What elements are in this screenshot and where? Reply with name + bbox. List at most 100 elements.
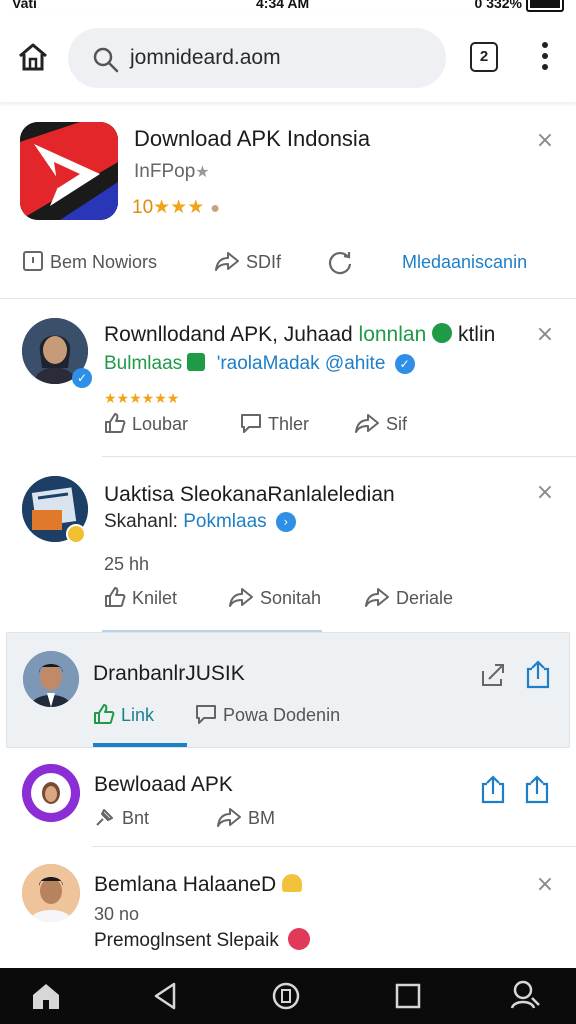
active-tab-indicator — [93, 743, 187, 747]
recents-icon[interactable] — [270, 980, 302, 1012]
upload-icon[interactable] — [524, 774, 550, 804]
comment-icon — [196, 705, 216, 724]
like-button[interactable]: Loubar — [104, 412, 188, 436]
close-icon[interactable]: × — [534, 874, 556, 896]
post-time: 25 hh — [104, 554, 150, 574]
like-label: Link — [121, 705, 155, 725]
share-icon — [355, 414, 379, 433]
post-subtitle: Bulmlaas 'raolaMadak @ahite ✓ — [104, 352, 415, 376]
address-bar[interactable]: jomnideard.aom — [68, 28, 446, 88]
app-action-right[interactable]: Mledaaniscanin — [402, 250, 527, 274]
app-rating: 10★★★ ● — [132, 197, 220, 218]
like-button[interactable]: Knilet — [104, 586, 177, 610]
post-title[interactable]: DranbanlrJUSIK — [93, 661, 245, 687]
person-avatar-icon — [23, 651, 79, 707]
clock: 4:34 AM — [256, 0, 310, 11]
share2-label: Deriale — [396, 588, 454, 608]
play-logo-icon — [20, 122, 118, 220]
divider — [92, 846, 576, 847]
app-share-label: SDIf — [246, 252, 282, 272]
tab-switcher-button[interactable]: 2 — [470, 42, 498, 72]
feed-post: ✓ Rownllodand APK, Juhaad lonnlan ktlin … — [0, 300, 576, 456]
share-button[interactable]: Sif — [354, 412, 407, 436]
person-avatar-icon — [22, 764, 80, 822]
upload-icon[interactable] — [480, 774, 506, 804]
post-title[interactable]: Bewloaad APK — [94, 772, 233, 798]
like-label: Knilet — [132, 588, 178, 608]
feed-post: Bewloaad APK Bnt BM — [0, 748, 576, 846]
post-title-text: Bemlana HalaaneD — [94, 873, 277, 896]
share-icon — [229, 588, 253, 607]
post-time: 30 no — [94, 904, 140, 924]
post-subtitle-blue[interactable]: 'raolaMadak @ahite — [217, 353, 386, 374]
tag-icon — [187, 353, 206, 371]
app-title[interactable]: Download APK Indonsia — [134, 126, 370, 152]
verified-icon: › — [275, 512, 296, 532]
share-label: Sif — [386, 414, 408, 434]
publisher-name: InFPop — [134, 161, 196, 182]
thumbs-up-icon — [105, 587, 126, 607]
thumbs-up-icon — [94, 704, 115, 724]
thumbs-up-icon — [105, 413, 126, 433]
share-button[interactable]: BM — [216, 806, 275, 830]
post-title[interactable]: Uaktisa SleokanaRanlaleledian — [104, 482, 395, 508]
back-icon[interactable] — [150, 980, 182, 1012]
status-bar: Vati 4:34 AM 0 332% — [0, 0, 576, 14]
like-label: Bnt — [122, 808, 150, 828]
post-subtitle-green[interactable]: Bulmlaas — [104, 353, 182, 374]
post-stars: ★★★★★★ — [104, 390, 180, 406]
share-button-secondary[interactable]: Deriale — [364, 586, 453, 610]
more-menu-icon[interactable] — [536, 42, 554, 72]
account-search-icon[interactable] — [508, 978, 542, 1012]
url-text[interactable]: jomnideard.aom — [130, 44, 281, 72]
verified-icon: ✓ — [394, 354, 415, 374]
refresh-icon[interactable] — [326, 248, 354, 276]
divider — [0, 298, 576, 299]
like-button[interactable]: Bnt — [94, 806, 149, 830]
app-action-left-label: Bem Nowiors — [50, 252, 158, 272]
app-publisher: InFPop★ — [134, 161, 210, 182]
app-action-left[interactable]: Bem Nowiors — [22, 250, 157, 274]
app-share-button[interactable]: SDIf — [214, 250, 281, 274]
close-icon[interactable]: × — [534, 482, 556, 504]
avatar[interactable] — [22, 764, 80, 822]
feed-post: Bemlana HalaaneD × 30 no Premoglnsent Sl… — [0, 848, 576, 968]
square-icon[interactable] — [392, 980, 424, 1012]
feed-post: Uaktisa SleokanaRanlaleledian Skahanl: P… — [0, 458, 576, 630]
post-title-text: Rownllodand APK, Juhaad — [104, 323, 353, 346]
upload-icon[interactable] — [525, 659, 551, 689]
share-label: Sonitah — [260, 588, 322, 608]
share-button[interactable]: Sonitah — [228, 586, 321, 610]
post-subtitle-blue[interactable]: Pokmlaas — [183, 511, 266, 532]
like-button[interactable]: Link — [93, 703, 154, 727]
post-title[interactable]: Bemlana HalaaneD — [94, 872, 302, 898]
pin-icon — [96, 809, 113, 826]
divider — [102, 456, 576, 457]
share-icon — [217, 808, 241, 827]
external-share-icon[interactable] — [479, 661, 507, 689]
comment-icon — [241, 414, 261, 433]
like-label: Loubar — [132, 414, 189, 434]
post-text-content: Premoglnsent Slepaik — [94, 930, 279, 951]
app-card: Download APK Indonsia InFPop★ 10★★★ ● × B… — [0, 104, 576, 298]
post-subtitle: Skahanl: Pokmlaas › — [104, 510, 296, 534]
search-icon — [93, 47, 119, 73]
home-icon[interactable] — [30, 980, 62, 1012]
share-icon — [365, 588, 389, 607]
avatar[interactable] — [23, 651, 79, 707]
carrier-label: Vati — [12, 0, 37, 11]
coin-badge-icon — [66, 524, 86, 544]
comment-label: Thler — [268, 414, 310, 434]
post-title-end: ktlin — [457, 323, 496, 346]
avatar[interactable] — [22, 864, 80, 922]
app-logo[interactable] — [20, 122, 118, 220]
comment-button[interactable]: Powa Dodenin — [195, 703, 340, 727]
close-icon[interactable]: × — [534, 130, 556, 152]
home-icon[interactable] — [16, 40, 50, 74]
reaction-icon — [288, 928, 311, 950]
close-icon[interactable]: × — [534, 324, 556, 346]
system-nav-bar — [0, 968, 576, 1024]
comment-button[interactable]: Thler — [240, 412, 309, 436]
post-title[interactable]: Rownllodand APK, Juhaad lonnlan ktlin — [104, 322, 495, 348]
post-title-link[interactable]: lonnlan — [359, 323, 427, 346]
